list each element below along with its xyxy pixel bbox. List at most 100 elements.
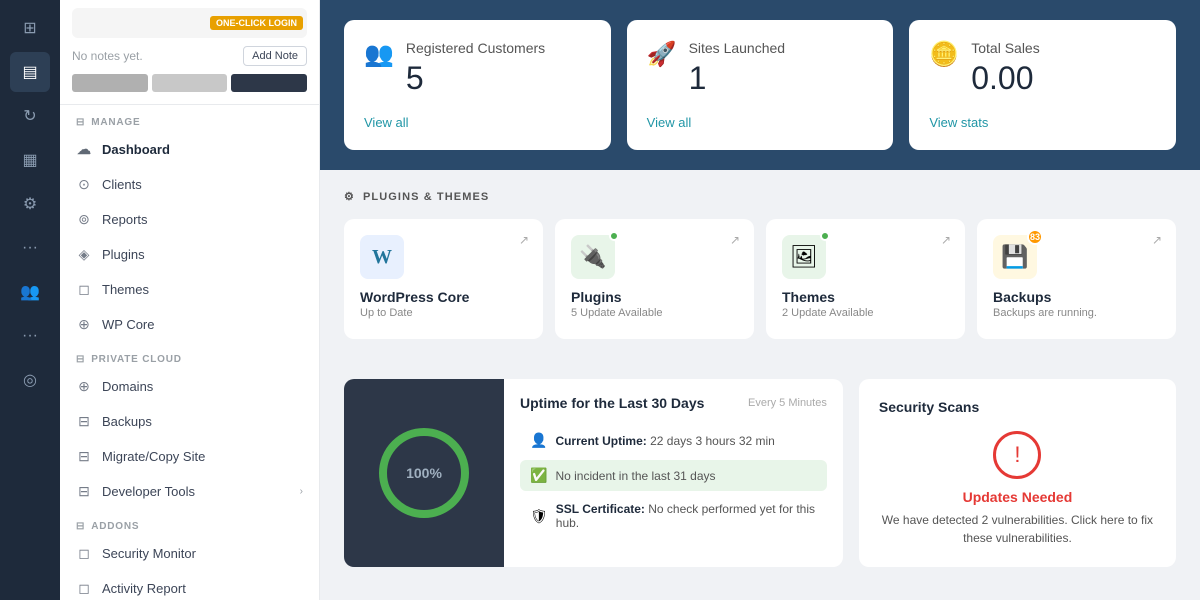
stat-value-customers: 5 (406, 60, 545, 97)
color-blocks (72, 74, 307, 92)
color-block-1 (72, 74, 148, 92)
sidebar-item-plugins[interactable]: ◈ Plugins (60, 237, 319, 272)
wpcore-card-name: WordPress Core (360, 289, 527, 305)
uptime-info: Uptime for the Last 30 Days Every 5 Minu… (504, 379, 843, 567)
uptime-item-ssl: 🛡 SSL Certificate: No check performed ye… (520, 495, 827, 537)
sidebar-item-migrate[interactable]: ⊟ Migrate/Copy Site (60, 439, 319, 474)
private-cloud-section-label: ⊟ PRIVATE CLOUD (60, 342, 319, 369)
notes-placeholder: No notes yet. (72, 49, 143, 63)
sidebar-item-activity-report[interactable]: ◻ Activity Report (60, 571, 319, 600)
security-warning-icon: ! (993, 431, 1041, 479)
security-description: We have detected 2 vulnerabilities. Clic… (879, 511, 1156, 547)
stat-label-customers: Registered Customers (406, 40, 545, 56)
plugins-card-name: Plugins (571, 289, 738, 305)
external-link-icon: ↗ (1152, 233, 1162, 247)
chevron-right-icon: › (300, 486, 303, 497)
sidebar-item-backups[interactable]: ⊟ Backups (60, 404, 319, 439)
plugin-cards-container: ↗ W WordPress Core Up to Date ↗ 🔌 Plugin… (344, 219, 1176, 339)
stat-card-sites: 🚀 Sites Launched 1 View all (627, 20, 894, 150)
manage-section-label: ⊟ MANAGE (60, 105, 319, 132)
plugins-card-status: 5 Update Available (571, 307, 738, 319)
sidebar-item-dashboard[interactable]: ☁ Dashboard (60, 132, 319, 167)
uptime-image: 100% (344, 379, 504, 567)
plugins-themes-section: ⚙ PLUGINS & THEMES ↗ W WordPress Core Up… (320, 170, 1200, 379)
main-content: 👥 Registered Customers 5 View all 🚀 Site… (320, 0, 1200, 600)
devtools-icon: ⊟ (76, 483, 92, 500)
stat-label-sales: Total Sales (971, 40, 1039, 56)
sidebar-item-themes[interactable]: ◻ Themes (60, 272, 319, 307)
plugin-card-backups[interactable]: ↗ 💾 83 Backups Backups are running. (977, 219, 1176, 339)
table-icon[interactable]: ▦ (10, 140, 50, 180)
sidebar-item-label: Reports (102, 212, 148, 227)
plugin-card-themes[interactable]: ↗ 🖼 Themes 2 Update Available (766, 219, 965, 339)
security-title: Security Scans (879, 399, 979, 415)
grid-icon[interactable]: ⊞ (10, 8, 50, 48)
gear-icon: ⚙ (344, 190, 355, 203)
sidebar-item-security-monitor[interactable]: ◻ Security Monitor (60, 536, 319, 571)
users-icon[interactable]: 👥 (10, 272, 50, 312)
more-icon-2[interactable]: ··· (10, 316, 50, 356)
backups-card-icon: 💾 83 (993, 235, 1037, 279)
domains-icon: ⊕ (76, 378, 92, 395)
stat-link-customers[interactable]: View all (364, 115, 591, 130)
plugin-card-plugins[interactable]: ↗ 🔌 Plugins 5 Update Available (555, 219, 754, 339)
sidebar-top: ONE-CLICK LOGIN No notes yet. Add Note (60, 0, 319, 105)
uptime-item-current: 👤 Current Uptime: 22 days 3 hours 32 min (520, 425, 827, 456)
color-block-2 (152, 74, 228, 92)
stat-link-sales[interactable]: View stats (929, 115, 1156, 130)
stat-card-customers: 👥 Registered Customers 5 View all (344, 20, 611, 150)
plugin-card-wpcore[interactable]: ↗ W WordPress Core Up to Date (344, 219, 543, 339)
uptime-circle: 100% (379, 428, 469, 518)
plugins-status-dot (609, 231, 619, 241)
sidebar-item-label: Backups (102, 414, 152, 429)
circle-settings-icon[interactable]: ◎ (10, 360, 50, 400)
uptime-title: Uptime for the Last 30 Days (520, 395, 704, 411)
sites-icon: 🚀 (647, 40, 677, 69)
more-icon-1[interactable]: ··· (10, 228, 50, 268)
security-card[interactable]: Security Scans ! Updates Needed We have … (859, 379, 1176, 567)
stat-value-sites: 1 (689, 60, 786, 97)
sidebar-item-clients[interactable]: ⊙ Clients (60, 167, 319, 202)
sidebar-item-label: WP Core (102, 317, 155, 332)
layout-icon[interactable]: ▤ (10, 52, 50, 92)
sidebar-item-label: Migrate/Copy Site (102, 449, 205, 464)
uptime-ssl-label: SSL Certificate: No check performed yet … (556, 502, 817, 530)
external-link-icon: ↗ (941, 233, 951, 247)
wpcore-icon: ⊕ (76, 316, 92, 333)
themes-icon: ◻ (76, 281, 92, 298)
sidebar-item-label: Domains (102, 379, 153, 394)
sidebar-item-developer-tools[interactable]: ⊟ Developer Tools › (60, 474, 319, 509)
sidebar-item-label: Themes (102, 282, 149, 297)
icon-rail: ⊞ ▤ ↻ ▦ ⚙ ··· 👥 ··· ◎ (0, 0, 60, 600)
plugins-icon: ◈ (76, 246, 92, 263)
settings-icon[interactable]: ⚙ (10, 184, 50, 224)
themes-status-dot (820, 231, 830, 241)
uptime-check-icon: ✅ (530, 467, 547, 484)
addons-icon: ⊟ (76, 521, 85, 532)
backups-card-name: Backups (993, 289, 1160, 305)
stats-header: 👥 Registered Customers 5 View all 🚀 Site… (320, 0, 1200, 170)
uptime-card: 100% Uptime for the Last 30 Days Every 5… (344, 379, 843, 567)
external-link-icon: ↗ (519, 233, 529, 247)
bottom-row: 100% Uptime for the Last 30 Days Every 5… (320, 379, 1200, 587)
sidebar-item-domains[interactable]: ⊕ Domains (60, 369, 319, 404)
uptime-incident-label: No incident in the last 31 days (555, 469, 715, 483)
refresh-icon[interactable]: ↻ (10, 96, 50, 136)
sidebar-item-reports[interactable]: ⊚ Reports (60, 202, 319, 237)
addons-section-label: ⊟ ADDONS (60, 509, 319, 536)
color-block-3 (231, 74, 307, 92)
stat-link-sites[interactable]: View all (647, 115, 874, 130)
clients-icon: ⊙ (76, 176, 92, 193)
security-monitor-icon: ◻ (76, 545, 92, 562)
manage-icon: ⊟ (76, 117, 85, 128)
uptime-header: Uptime for the Last 30 Days Every 5 Minu… (520, 395, 827, 411)
sidebar-item-wpcore[interactable]: ⊕ WP Core (60, 307, 319, 342)
backups-card-status: Backups are running. (993, 307, 1160, 319)
add-note-button[interactable]: Add Note (243, 46, 307, 66)
uptime-frequency: Every 5 Minutes (748, 397, 827, 409)
sidebar: ONE-CLICK LOGIN No notes yet. Add Note ⊟… (60, 0, 320, 600)
uptime-item-incident: ✅ No incident in the last 31 days (520, 460, 827, 491)
one-click-badge[interactable]: ONE-CLICK LOGIN (210, 16, 303, 30)
backups-badge: 83 (1027, 229, 1043, 245)
sidebar-item-label: Developer Tools (102, 484, 195, 499)
